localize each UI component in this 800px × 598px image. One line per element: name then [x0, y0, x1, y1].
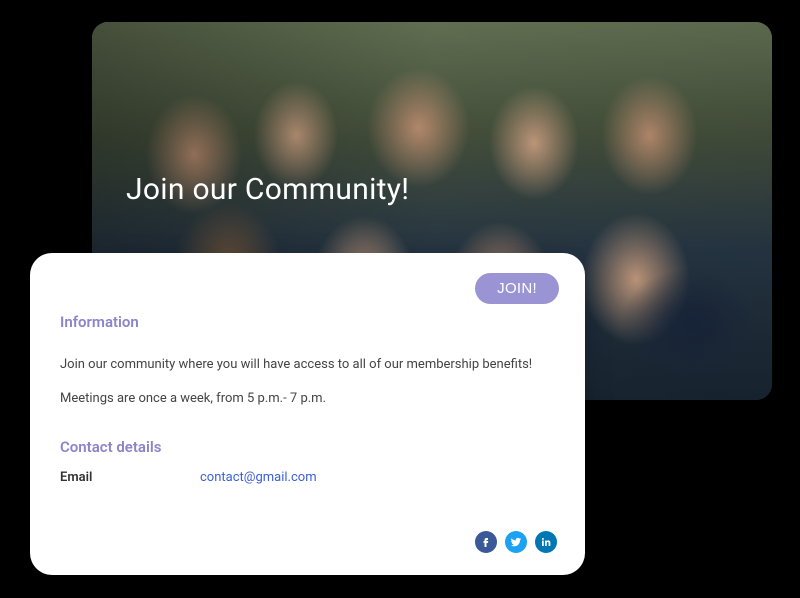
contact-label-email: Email: [60, 470, 200, 485]
hero-title: Join our Community!: [126, 172, 409, 207]
contact-details-heading: Contact details: [60, 438, 555, 456]
information-heading: Information: [60, 313, 555, 331]
contact-email-link[interactable]: contact@gmail.com: [200, 470, 317, 485]
info-card: JOIN! Information Join our community whe…: [30, 253, 585, 575]
social-icons: [475, 531, 557, 553]
twitter-icon[interactable]: [505, 531, 527, 553]
information-text-1: Join our community where you will have a…: [60, 355, 555, 375]
facebook-icon[interactable]: [475, 531, 497, 553]
contact-row-email: Email contact@gmail.com: [60, 470, 555, 485]
linkedin-icon[interactable]: [535, 531, 557, 553]
join-button[interactable]: JOIN!: [475, 273, 559, 304]
information-text-2: Meetings are once a week, from 5 p.m.- 7…: [60, 389, 555, 409]
